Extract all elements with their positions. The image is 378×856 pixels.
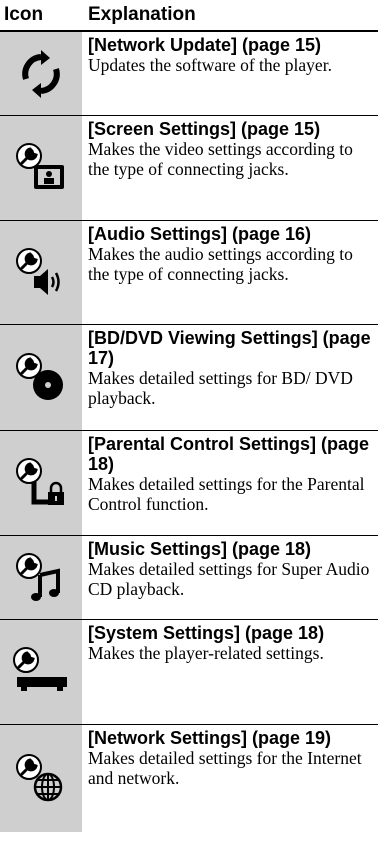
row-title: [System Settings] (page 18)	[88, 623, 325, 643]
header-explanation-label: Explanation	[88, 4, 196, 25]
table-row: [Screen Settings] (page 15) Makes the vi…	[0, 116, 378, 221]
audio-settings-icon	[0, 221, 82, 324]
row-description: Makes detailed settings for the Parental…	[88, 474, 365, 514]
table-row: [Network Settings] (page 19) Makes detai…	[0, 725, 378, 832]
row-description: Makes detailed settings for the Internet…	[88, 748, 362, 788]
row-title: [BD/DVD Viewing Settings] (page 17)	[88, 328, 371, 368]
row-description: Updates the software of the player.	[88, 55, 332, 75]
table-row: [Audio Settings] (page 16) Makes the aud…	[0, 221, 378, 325]
row-title: [Audio Settings] (page 16)	[88, 224, 312, 244]
row-description: Makes the audio settings according to th…	[88, 244, 353, 284]
row-description: Makes the video settings according to th…	[88, 139, 353, 179]
table-row: [Network Update] (page 15) Updates the s…	[0, 32, 378, 116]
row-title: [Parental Control Settings] (page 18)	[88, 434, 370, 474]
system-settings-icon	[0, 620, 82, 724]
table-row: [Music Settings] (page 18) Makes detaile…	[0, 536, 378, 620]
row-title: [Network Settings] (page 19)	[88, 728, 332, 748]
table-header: Icon Explanation	[0, 0, 378, 32]
table-row: [Parental Control Settings] (page 18) Ma…	[0, 431, 378, 536]
table-row: [BD/DVD Viewing Settings] (page 17) Make…	[0, 325, 378, 431]
settings-icon-table: Icon Explanation [Network Update] (page …	[0, 0, 378, 832]
bd-dvd-viewing-settings-icon	[0, 325, 82, 430]
network-settings-icon	[0, 725, 82, 832]
parental-control-settings-icon	[0, 431, 82, 535]
row-description: Makes detailed settings for Super Audio …	[88, 559, 370, 599]
row-description: Makes detailed settings for BD/ DVD play…	[88, 368, 353, 408]
music-settings-icon	[0, 536, 82, 619]
network-update-icon	[0, 32, 82, 115]
row-title: [Music Settings] (page 18)	[88, 539, 312, 559]
row-title: [Screen Settings] (page 15)	[88, 119, 321, 139]
screen-settings-icon	[0, 116, 82, 220]
header-icon-label: Icon	[4, 4, 44, 25]
row-title: [Network Update] (page 15)	[88, 35, 322, 55]
row-description: Makes the player-related settings.	[88, 643, 324, 663]
table-row: [System Settings] (page 18) Makes the pl…	[0, 620, 378, 725]
